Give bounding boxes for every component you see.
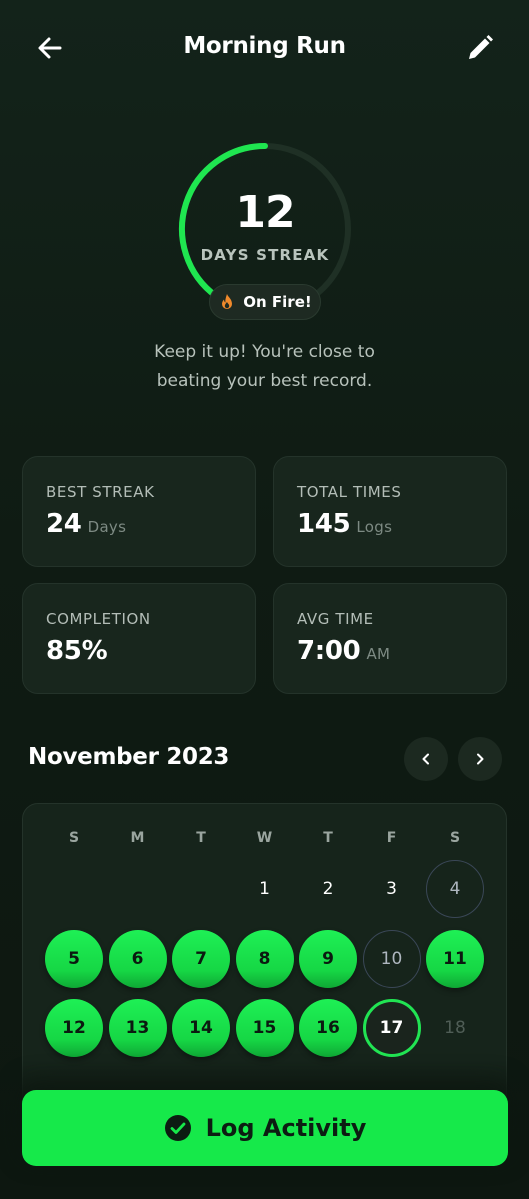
total-times-card: TOTAL TIMES 145 Logs <box>273 456 507 567</box>
best-streak-unit: Days <box>87 518 127 536</box>
weekday-label: T <box>323 830 333 846</box>
chevron-right-icon <box>477 753 484 765</box>
log-activity-label: Log Activity <box>205 1114 367 1142</box>
on-fire-label: On Fire! <box>243 293 312 311</box>
completion-value: 85% <box>46 636 108 666</box>
prev-month-button[interactable] <box>404 737 448 781</box>
page-title: Morning Run <box>183 33 346 59</box>
habit-detail-screen: Morning Run 12 DAYS STREAK On Fire! Keep… <box>0 0 529 1199</box>
calendar-day[interactable]: 11 <box>426 929 484 988</box>
completion-label: COMPLETION <box>46 610 151 628</box>
calendar-day[interactable]: 7 <box>172 929 230 988</box>
best-streak-label: BEST STREAK <box>46 483 155 501</box>
weekday-label: W <box>256 830 273 846</box>
next-month-button[interactable] <box>458 737 502 781</box>
total-times-value: 145 <box>297 509 351 539</box>
calendar-day[interactable]: 4 <box>426 860 484 918</box>
calendar-day[interactable]: 13 <box>108 999 167 1057</box>
on-fire-badge: On Fire! <box>209 284 321 320</box>
avg-time-unit: AM <box>366 645 391 663</box>
calendar-month-title: November 2023 <box>28 744 230 770</box>
encouragement-line-1: Keep it up! You're close to <box>154 342 375 362</box>
flame-icon <box>222 294 233 309</box>
calendar-day[interactable]: 6 <box>108 929 167 988</box>
best-streak-card: BEST STREAK 24 Days <box>22 456 256 567</box>
avg-time-value: 7:00 <box>297 636 361 666</box>
weekday-label: S <box>449 830 461 846</box>
weekday-label: S <box>68 830 80 846</box>
calendar-day[interactable]: 3 <box>363 860 421 918</box>
calendar-day[interactable]: 2 <box>299 860 357 918</box>
avg-time-card: AVG TIME 7:00 AM <box>273 583 507 694</box>
calendar-day[interactable]: 12 <box>45 999 103 1057</box>
total-times-label: TOTAL TIMES <box>297 483 402 501</box>
encouragement-text: Keep it up! You're close to beating your… <box>0 338 529 396</box>
best-streak-value-row: 24 Days <box>46 509 126 539</box>
calendar-day[interactable]: 18 <box>426 999 484 1057</box>
calendar-day[interactable]: 14 <box>172 999 230 1057</box>
total-times-value-row: 145 Logs <box>297 509 392 539</box>
edit-button[interactable] <box>464 32 496 64</box>
pencil-icon <box>469 35 493 59</box>
log-activity-button[interactable]: Log Activity <box>22 1090 508 1166</box>
weekday-label: T <box>196 830 206 846</box>
weekday-label: M <box>130 830 145 846</box>
calendar-day[interactable]: 8 <box>235 929 294 988</box>
calendar-day[interactable]: 5 <box>45 929 103 988</box>
total-times-unit: Logs <box>356 518 393 536</box>
weekday-label: F <box>386 830 397 846</box>
chevron-left-icon <box>422 753 429 765</box>
header: Morning Run <box>0 0 529 100</box>
completion-card: COMPLETION 85% <box>22 583 256 694</box>
calendar-day[interactable]: 16 <box>299 999 357 1057</box>
calendar-day[interactable]: 1 <box>236 860 294 918</box>
calendar-day[interactable]: 15 <box>235 999 294 1057</box>
encouragement-line-2: beating your best record. <box>156 371 373 391</box>
calendar-day[interactable]: 9 <box>299 929 357 988</box>
calendar-day[interactable]: 10 <box>362 929 421 988</box>
avg-time-label: AVG TIME <box>297 610 374 628</box>
streak-label: DAYS STREAK <box>200 246 330 264</box>
best-streak-value: 24 <box>46 509 82 539</box>
calendar-day[interactable]: 17 <box>362 999 421 1057</box>
streak-count: 12 <box>235 187 295 238</box>
avg-time-value-row: 7:00 AM <box>297 636 390 666</box>
check-circle-icon <box>164 1115 191 1141</box>
